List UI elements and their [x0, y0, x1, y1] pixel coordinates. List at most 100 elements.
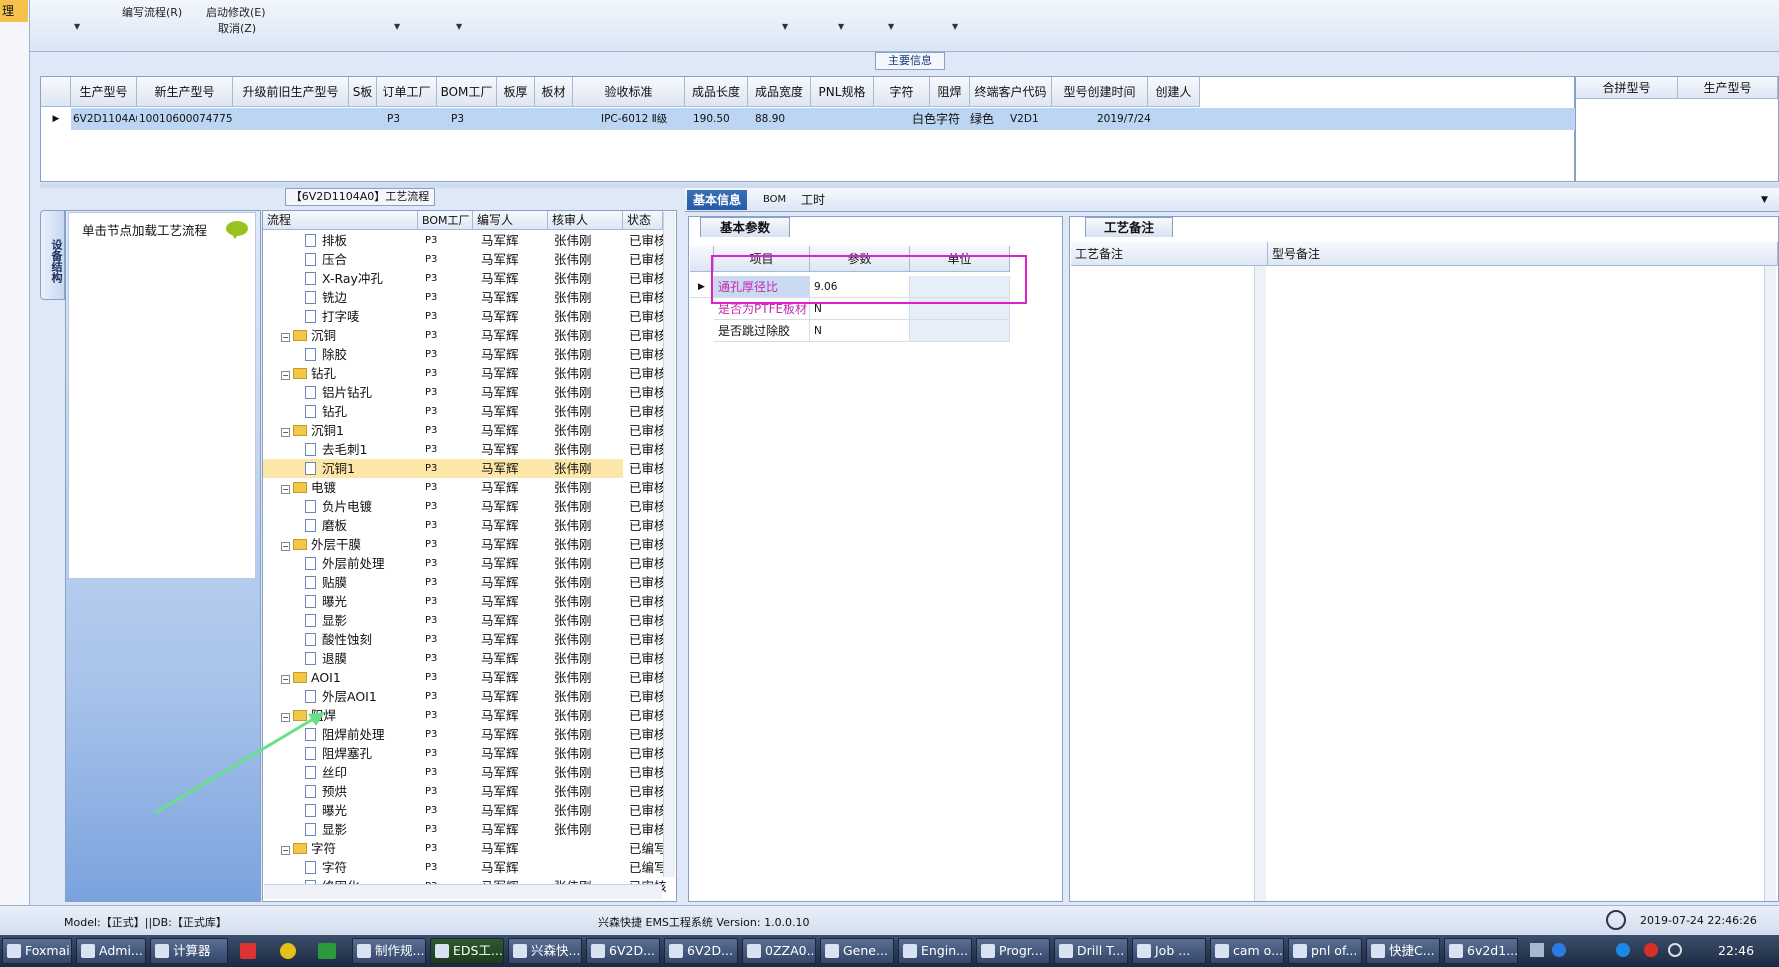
collapse-icon[interactable]: − — [281, 333, 290, 342]
taskbar-item[interactable]: Drill T... — [1054, 938, 1128, 964]
tray-volume-icon[interactable] — [1668, 943, 1682, 957]
tree-cell-bom[interactable]: P3 — [425, 269, 475, 288]
tab-bom[interactable]: BOM — [757, 190, 792, 210]
col-header[interactable]: 成品长度 — [685, 77, 748, 107]
app-icon[interactable] — [240, 943, 256, 959]
chevron-down-icon[interactable]: ▼ — [74, 22, 80, 31]
tray-help-icon[interactable] — [1552, 943, 1566, 957]
tree-node[interactable]: − 外层干膜 — [263, 535, 418, 554]
col-header-reviewer[interactable]: 核审人 — [548, 211, 623, 230]
tree-cell-writer[interactable]: 马军辉 — [481, 364, 551, 383]
tree-cell-writer[interactable]: 马军辉 — [481, 592, 551, 611]
click-hint-box[interactable] — [68, 212, 256, 579]
process-notes-tab[interactable]: 工艺备注 — [1085, 217, 1173, 237]
tree-cell-reviewer[interactable]: 张伟刚 — [554, 573, 624, 592]
tree-cell-bom[interactable]: P3 — [425, 402, 475, 421]
col-header[interactable]: 订单工厂 — [377, 77, 437, 107]
tree-cell-reviewer[interactable]: 张伟刚 — [554, 535, 624, 554]
tree-node[interactable]: 压合 — [263, 250, 418, 269]
taskbar-item[interactable]: 6V2D... — [586, 938, 660, 964]
cell-prod-model[interactable]: 6V2D1104A0 — [73, 108, 137, 130]
col-header-flow[interactable]: 流程 — [263, 211, 418, 230]
tree-cell-reviewer[interactable]: 张伟刚 — [554, 706, 624, 725]
tree-cell-reviewer[interactable]: 张伟刚 — [554, 288, 624, 307]
tree-cell-reviewer[interactable]: 张伟刚 — [554, 459, 624, 478]
tree-cell-writer[interactable]: 马军辉 — [481, 307, 551, 326]
tree-cell-bom[interactable]: P3 — [425, 668, 475, 687]
tree-cell-reviewer[interactable]: 张伟刚 — [554, 592, 624, 611]
tree-row[interactable]: − 沉铜 P3 马军辉 张伟刚 已审核 — [263, 326, 667, 345]
taskbar-item[interactable]: 制作规... — [352, 938, 426, 964]
tree-row[interactable]: 压合 P3 马军辉 张伟刚 已审核 — [263, 250, 667, 269]
tree-cell-writer[interactable]: 马军辉 — [481, 858, 551, 877]
tree-cell-writer[interactable]: 马军辉 — [481, 668, 551, 687]
param-value[interactable]: N — [810, 320, 910, 342]
tree-node[interactable]: 负片电镀 — [263, 497, 418, 516]
tree-cell-bom[interactable]: P3 — [425, 440, 475, 459]
tree-cell-writer[interactable]: 马军辉 — [481, 497, 551, 516]
tree-cell-reviewer[interactable]: 张伟刚 — [554, 307, 624, 326]
tree-cell-reviewer[interactable]: 张伟刚 — [554, 326, 624, 345]
tree-cell-bom[interactable]: P3 — [425, 478, 475, 497]
col-header[interactable]: 合拼型号 — [1576, 77, 1678, 99]
tree-cell-writer[interactable]: 马军辉 — [481, 421, 551, 440]
tree-cell-reviewer[interactable]: 张伟刚 — [554, 364, 624, 383]
tree-cell-bom[interactable]: P3 — [425, 649, 475, 668]
tree-cell-writer[interactable]: 马军辉 — [481, 250, 551, 269]
tree-node[interactable]: 外层前处理 — [263, 554, 418, 573]
tree-row[interactable]: − 电镀 P3 马军辉 张伟刚 已审核 — [263, 478, 667, 497]
tree-node[interactable]: − AOI1 — [263, 668, 418, 687]
tree-node[interactable]: 去毛刺1 — [263, 440, 418, 459]
tree-cell-bom[interactable]: P3 — [425, 687, 475, 706]
tree-cell-bom[interactable]: P3 — [425, 497, 475, 516]
tree-cell-bom[interactable]: P3 — [425, 706, 475, 725]
tab-basic-info[interactable]: 基本信息 — [687, 190, 748, 210]
tree-row[interactable]: 贴膜 P3 马军辉 张伟刚 已审核 — [263, 573, 667, 592]
taskbar-item[interactable]: Job ... — [1132, 938, 1206, 964]
tree-cell-writer[interactable]: 马军辉 — [481, 839, 551, 858]
tray-app-icon[interactable] — [1644, 943, 1658, 957]
cell-length[interactable]: 190.50 — [693, 108, 743, 130]
col-header[interactable]: 板厚 — [497, 77, 535, 107]
tree-node[interactable]: 铣边 — [263, 288, 418, 307]
cell-standard[interactable]: IPC-6012 Ⅱ级 — [601, 108, 685, 130]
tree-cell-reviewer[interactable]: 张伟刚 — [554, 820, 624, 839]
tree-cell-bom[interactable]: P3 — [425, 744, 475, 763]
cell-order-factory[interactable]: P3 — [387, 108, 427, 130]
tree-row[interactable]: 沉铜1 P3 马军辉 张伟刚 已审核 — [263, 459, 667, 478]
taskbar-item[interactable]: pnl of... — [1288, 938, 1362, 964]
tree-cell-writer[interactable]: 马军辉 — [481, 744, 551, 763]
tree-row[interactable]: − 外层干膜 P3 马军辉 张伟刚 已审核 — [263, 535, 667, 554]
tree-node[interactable]: 显影 — [263, 820, 418, 839]
tree-row[interactable]: 打字唛 P3 马军辉 张伟刚 已审核 — [263, 307, 667, 326]
tree-row[interactable]: 去毛刺1 P3 马军辉 张伟刚 已审核 — [263, 440, 667, 459]
tree-row[interactable]: 字符 P3 马军辉 已编写 — [263, 858, 667, 877]
table-row[interactable] — [71, 108, 1576, 130]
tree-node[interactable]: 贴膜 — [263, 573, 418, 592]
tree-row[interactable]: 磨板 P3 马军辉 张伟刚 已审核 — [263, 516, 667, 535]
tree-cell-writer[interactable]: 马军辉 — [481, 649, 551, 668]
tree-cell-reviewer[interactable]: 张伟刚 — [554, 611, 624, 630]
collapse-icon[interactable]: − — [281, 371, 290, 380]
model-note-scrollbar[interactable] — [1764, 266, 1776, 901]
tree-cell-writer[interactable]: 马军辉 — [481, 573, 551, 592]
tree-cell-bom[interactable]: P3 — [425, 516, 475, 535]
tree-node[interactable]: 铝片钻孔 — [263, 383, 418, 402]
tree-row[interactable]: − AOI1 P3 马军辉 张伟刚 已审核 — [263, 668, 667, 687]
tree-cell-reviewer[interactable] — [554, 858, 624, 877]
tree-cell-reviewer[interactable]: 张伟刚 — [554, 744, 624, 763]
taskbar-item[interactable]: 兴森快... — [508, 938, 582, 964]
tree-cell-reviewer[interactable]: 张伟刚 — [554, 630, 624, 649]
tree-cell-reviewer[interactable]: 张伟刚 — [554, 231, 624, 250]
tree-cell-bom[interactable]: P3 — [425, 820, 475, 839]
tree-cell-bom[interactable]: P3 — [425, 554, 475, 573]
tree-cell-writer[interactable]: 马军辉 — [481, 611, 551, 630]
basic-params-tab[interactable]: 基本参数 — [700, 217, 790, 237]
taskbar-item[interactable]: Admi... — [76, 938, 146, 964]
tree-node[interactable]: 磨板 — [263, 516, 418, 535]
taskbar-item[interactable]: Foxmail — [2, 938, 72, 964]
tree-node[interactable]: − 沉铜 — [263, 326, 418, 345]
tree-cell-bom[interactable]: P3 — [425, 364, 475, 383]
tree-cell-writer[interactable]: 马军辉 — [481, 820, 551, 839]
toolbar-cancel[interactable]: 取消(Z) — [218, 20, 256, 36]
